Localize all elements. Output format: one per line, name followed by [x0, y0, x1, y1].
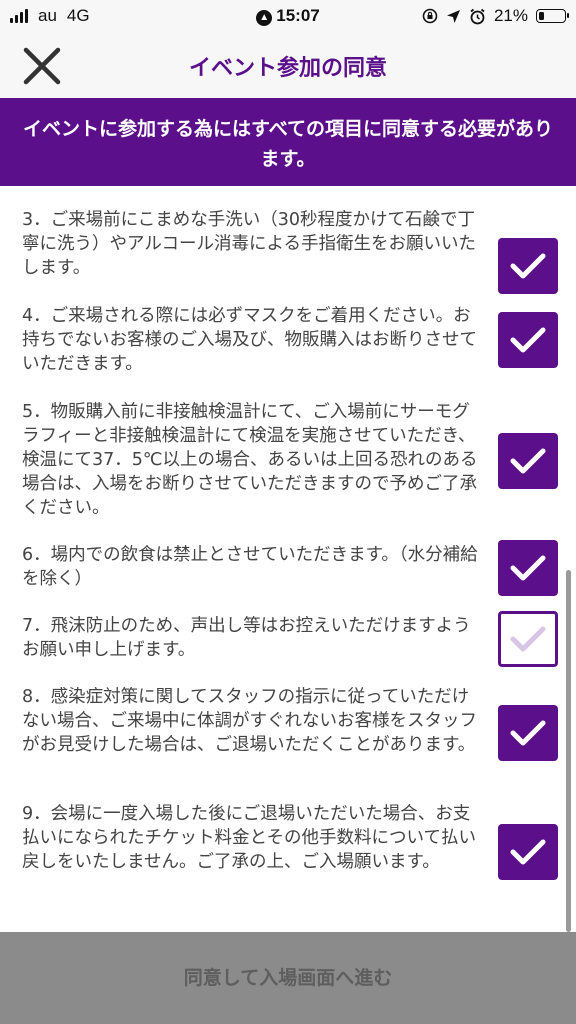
location-arrow-icon [446, 9, 460, 23]
consent-item-text: 9．会場に一度入場した後にご退場いただいた場合、お支払いになられたチケット料金と… [22, 804, 476, 872]
status-bar: au 4G ▲ 15:07 21% [0, 0, 576, 32]
consent-item-text: 7．飛沫防止のため、声出し等はお控えいただけますようお願い申し上げます。 [22, 616, 471, 660]
status-time: 15:07 [276, 6, 320, 25]
consent-item-text: 5．物販購入前に非接触検温計にて、ご入場前にサーモグラフィーと非接触検温計にて検… [22, 402, 478, 518]
consent-checkbox-5[interactable] [498, 433, 558, 489]
checkmark-icon [510, 327, 546, 353]
scrollbar[interactable] [566, 570, 571, 932]
agree-and-proceed-button[interactable]: 同意して入場画面へ進む [0, 932, 576, 1024]
consent-item-5: 5．物販購入前に非接触検温計にて、ご入場前にサーモグラフィーと非接触検温計にて検… [0, 398, 576, 528]
consent-item-text: 8．感染症対策に関してスタッフの指示に従っていただけない場合、ご来場中に体調がす… [22, 687, 477, 755]
battery-percent: 21% [493, 6, 528, 25]
checkmark-icon [510, 555, 546, 581]
consent-item-7: 7．飛沫防止のため、声出し等はお控えいただけますようお願い申し上げます。 [0, 611, 576, 671]
battery-icon [536, 9, 569, 23]
battery-fill [538, 11, 544, 20]
header: イベント参加の同意 [0, 32, 576, 98]
page-title: イベント参加の同意 [188, 56, 387, 81]
consent-checkbox-4[interactable] [498, 312, 558, 368]
consent-item-text: 4．ご来場される際には必ずマスクをご着用ください。お持ちでないお客様のご入場及び… [22, 306, 477, 374]
consent-notice-banner: イベントに参加する為にはすべての項目に同意する必要があります。 [0, 98, 576, 186]
consent-screen: au 4G ▲ 15:07 21% イベント参加の同意 イベントに参加する為には… [0, 0, 576, 1024]
consent-checkbox-7[interactable] [498, 611, 558, 667]
checkmark-icon [510, 839, 546, 865]
alarm-icon [470, 8, 485, 24]
consent-item-list[interactable]: 3．ご来場前にこまめな手洗い（30秒程度かけて石鹸で丁寧に洗う）やアルコール消毒… [0, 186, 576, 932]
consent-item-text: 3．ご来場前にこまめな手洗い（30秒程度かけて石鹸で丁寧に洗う）やアルコール消毒… [22, 210, 476, 278]
consent-item-text: 6．場内での飲食は禁止とさせていただきます。（水分補給を除く） [22, 545, 478, 589]
checkmark-icon [510, 626, 546, 652]
consent-checkbox-8[interactable] [498, 705, 558, 761]
consent-checkbox-6[interactable] [498, 540, 558, 596]
consent-item-8: 8．感染症対策に関してスタッフの指示に従っていただけない場合、ご来場中に体調がす… [0, 683, 576, 783]
rotation-lock-icon [422, 8, 438, 24]
consent-item-6: 6．場内での飲食は禁止とさせていただきます。（水分補給を除く） [0, 540, 576, 596]
checkmark-icon [510, 448, 546, 474]
checkmark-icon [510, 720, 546, 746]
consent-checkbox-3[interactable] [498, 238, 558, 294]
status-right: 21% [422, 6, 569, 26]
consent-item-4: 4．ご来場される際には必ずマスクをご着用ください。お持ちでないお客様のご入場及び… [0, 302, 576, 382]
location-lock-icon: ▲ [256, 10, 273, 26]
consent-item-3: 3．ご来場前にこまめな手洗い（30秒程度かけて石鹸で丁寧に洗う）やアルコール消毒… [0, 206, 576, 294]
checkmark-icon [510, 253, 546, 279]
consent-item-9: 9．会場に一度入場した後にご退場いただいた場合、お支払いになられたチケット料金と… [0, 800, 576, 900]
consent-checkbox-9[interactable] [498, 824, 558, 880]
